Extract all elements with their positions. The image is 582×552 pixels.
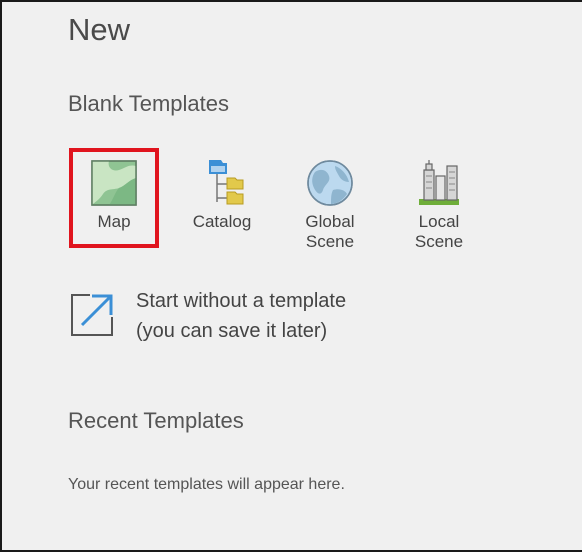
local-scene-template-tile[interactable]: Local Scene — [397, 150, 481, 251]
global-scene-template-label: Global Scene — [305, 212, 355, 251]
catalog-template-tile[interactable]: Catalog — [180, 150, 264, 246]
page-title: New — [68, 12, 131, 47]
map-template-label: Map — [97, 212, 131, 231]
map-icon — [91, 160, 137, 206]
start-without-template-text: Start without a template (you can save i… — [136, 286, 346, 346]
catalog-template-label: Catalog — [192, 212, 252, 231]
globe-icon — [307, 160, 353, 206]
recent-templates-empty-message: Your recent templates will appear here. — [68, 476, 345, 493]
start-without-template-button[interactable]: Start without a template (you can save i… — [68, 286, 428, 346]
blank-templates-heading: Blank Templates — [68, 91, 230, 116]
window-border — [0, 0, 582, 552]
open-external-arrow-icon — [71, 294, 113, 336]
buildings-icon — [419, 160, 459, 205]
map-template-tile[interactable]: Map — [69, 148, 159, 248]
local-scene-template-label: Local Scene — [414, 212, 464, 251]
start-without-template-line2: (you can save it later) — [136, 320, 328, 342]
catalog-icon — [209, 160, 244, 205]
global-scene-template-tile[interactable]: Global Scene — [288, 150, 372, 251]
recent-templates-heading: Recent Templates — [68, 408, 244, 433]
start-without-template-line1: Start without a template — [136, 290, 347, 312]
